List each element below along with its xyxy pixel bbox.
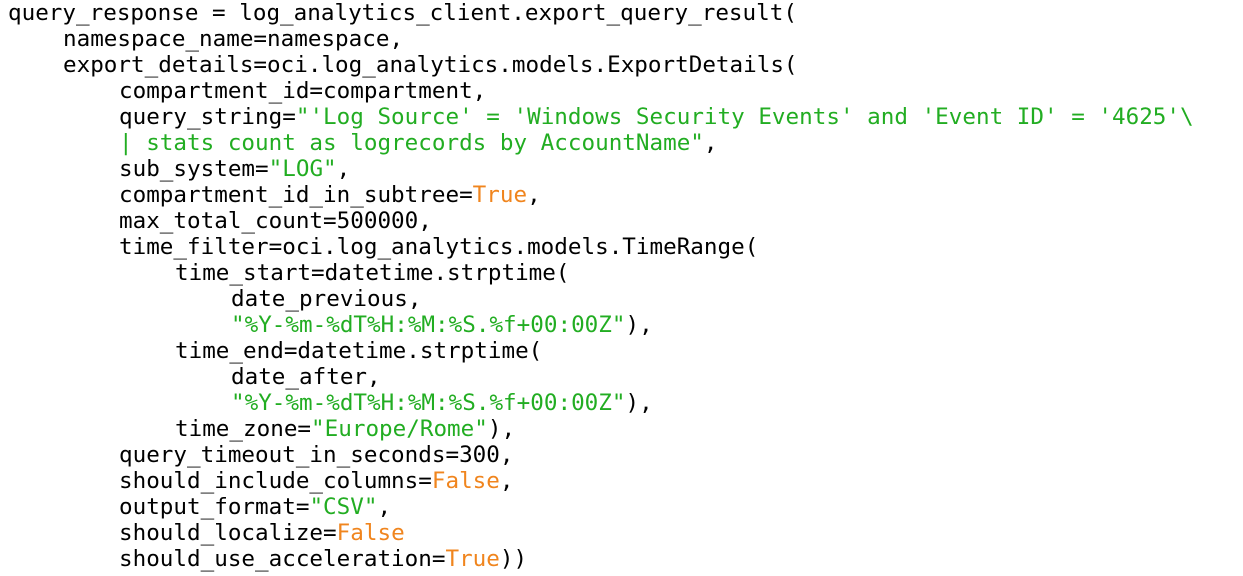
string-literal: "LOG" bbox=[268, 156, 337, 182]
code-text: export_details=oci.log_analytics.models.… bbox=[63, 52, 798, 78]
code-text: max_total_count=500000, bbox=[119, 208, 432, 234]
code-text: query_timeout_in_seconds=300, bbox=[119, 442, 514, 468]
code-line: export_details=oci.log_analytics.models.… bbox=[8, 52, 1194, 78]
code-text: , bbox=[336, 156, 351, 182]
boolean-keyword: True bbox=[472, 182, 528, 208]
code-text: ), bbox=[487, 416, 516, 442]
code-text: , bbox=[527, 182, 541, 208]
code-text: namespace_name=namespace, bbox=[63, 26, 404, 52]
code-text: should_localize= bbox=[119, 520, 337, 546]
code-line: compartment_id_in_subtree=True, bbox=[8, 182, 1194, 208]
boolean-keyword: False bbox=[431, 468, 500, 494]
code-text: query_string= bbox=[119, 104, 296, 130]
string-literal: "CSV" bbox=[309, 494, 378, 520]
code-line: should_include_columns=False, bbox=[8, 468, 1194, 494]
code-line: "%Y-%m-%dT%H:%M:%S.%f+00:00Z"), bbox=[8, 390, 1194, 416]
code-text: date_previous, bbox=[231, 286, 422, 312]
string-literal: "%Y-%m-%dT%H:%M:%S.%f+00:00Z" bbox=[231, 312, 626, 338]
string-literal: | stats count as logrecords by AccountNa… bbox=[119, 130, 704, 156]
code-line: compartment_id=compartment, bbox=[8, 78, 1194, 104]
code-text: ), bbox=[625, 390, 653, 416]
code-line: namespace_name=namespace, bbox=[8, 26, 1194, 52]
code-line: should_localize=False bbox=[8, 520, 1194, 546]
code-text: time_zone= bbox=[175, 416, 312, 442]
code-block: query_response = log_analytics_client.ex… bbox=[8, 0, 1194, 572]
boolean-keyword: False bbox=[336, 520, 405, 546]
code-line: time_zone="Europe/Rome"), bbox=[8, 416, 1194, 442]
code-line: query_string="'Log Source' = 'Windows Se… bbox=[8, 104, 1194, 130]
code-text: time_end=datetime.strptime( bbox=[175, 338, 543, 364]
code-text: date_after, bbox=[231, 364, 381, 390]
code-line: time_end=datetime.strptime( bbox=[8, 338, 1194, 364]
code-line: sub_system="LOG", bbox=[8, 156, 1194, 182]
code-text: output_format= bbox=[119, 494, 310, 520]
code-line: output_format="CSV", bbox=[8, 494, 1194, 520]
code-line: query_response = log_analytics_client.ex… bbox=[8, 0, 1194, 26]
string-literal: "%Y-%m-%dT%H:%M:%S.%f+00:00Z" bbox=[231, 390, 626, 416]
code-line: should_use_acceleration=True)) bbox=[8, 546, 1194, 572]
code-text: time_start=datetime.strptime( bbox=[175, 260, 570, 286]
code-text: ), bbox=[625, 312, 653, 338]
code-text: compartment_id=compartment, bbox=[119, 78, 487, 104]
code-text: )) bbox=[499, 546, 528, 572]
code-line: time_filter=oci.log_analytics.models.Tim… bbox=[8, 234, 1194, 260]
code-text: should_include_columns= bbox=[119, 468, 432, 494]
code-line: "%Y-%m-%dT%H:%M:%S.%f+00:00Z"), bbox=[8, 312, 1194, 338]
code-line: date_after, bbox=[8, 364, 1194, 390]
code-line: query_timeout_in_seconds=300, bbox=[8, 442, 1194, 468]
code-text: should_use_acceleration= bbox=[119, 546, 446, 572]
code-text: time_filter=oci.log_analytics.models.Tim… bbox=[119, 234, 759, 260]
code-text: query_response = log_analytics_client.ex… bbox=[8, 0, 797, 26]
code-line: max_total_count=500000, bbox=[8, 208, 1194, 234]
code-text: sub_system= bbox=[119, 156, 269, 182]
string-literal: "'Log Source' = 'Windows Security Events… bbox=[295, 104, 1194, 130]
code-text: , bbox=[377, 494, 392, 520]
boolean-keyword: True bbox=[445, 546, 500, 572]
code-text: , bbox=[703, 130, 718, 156]
code-text: compartment_id_in_subtree= bbox=[119, 182, 473, 208]
code-line: | stats count as logrecords by AccountNa… bbox=[8, 130, 1194, 156]
code-text: , bbox=[499, 468, 514, 494]
code-line: time_start=datetime.strptime( bbox=[8, 260, 1194, 286]
code-line: date_previous, bbox=[8, 286, 1194, 312]
string-literal: "Europe/Rome" bbox=[311, 416, 488, 442]
